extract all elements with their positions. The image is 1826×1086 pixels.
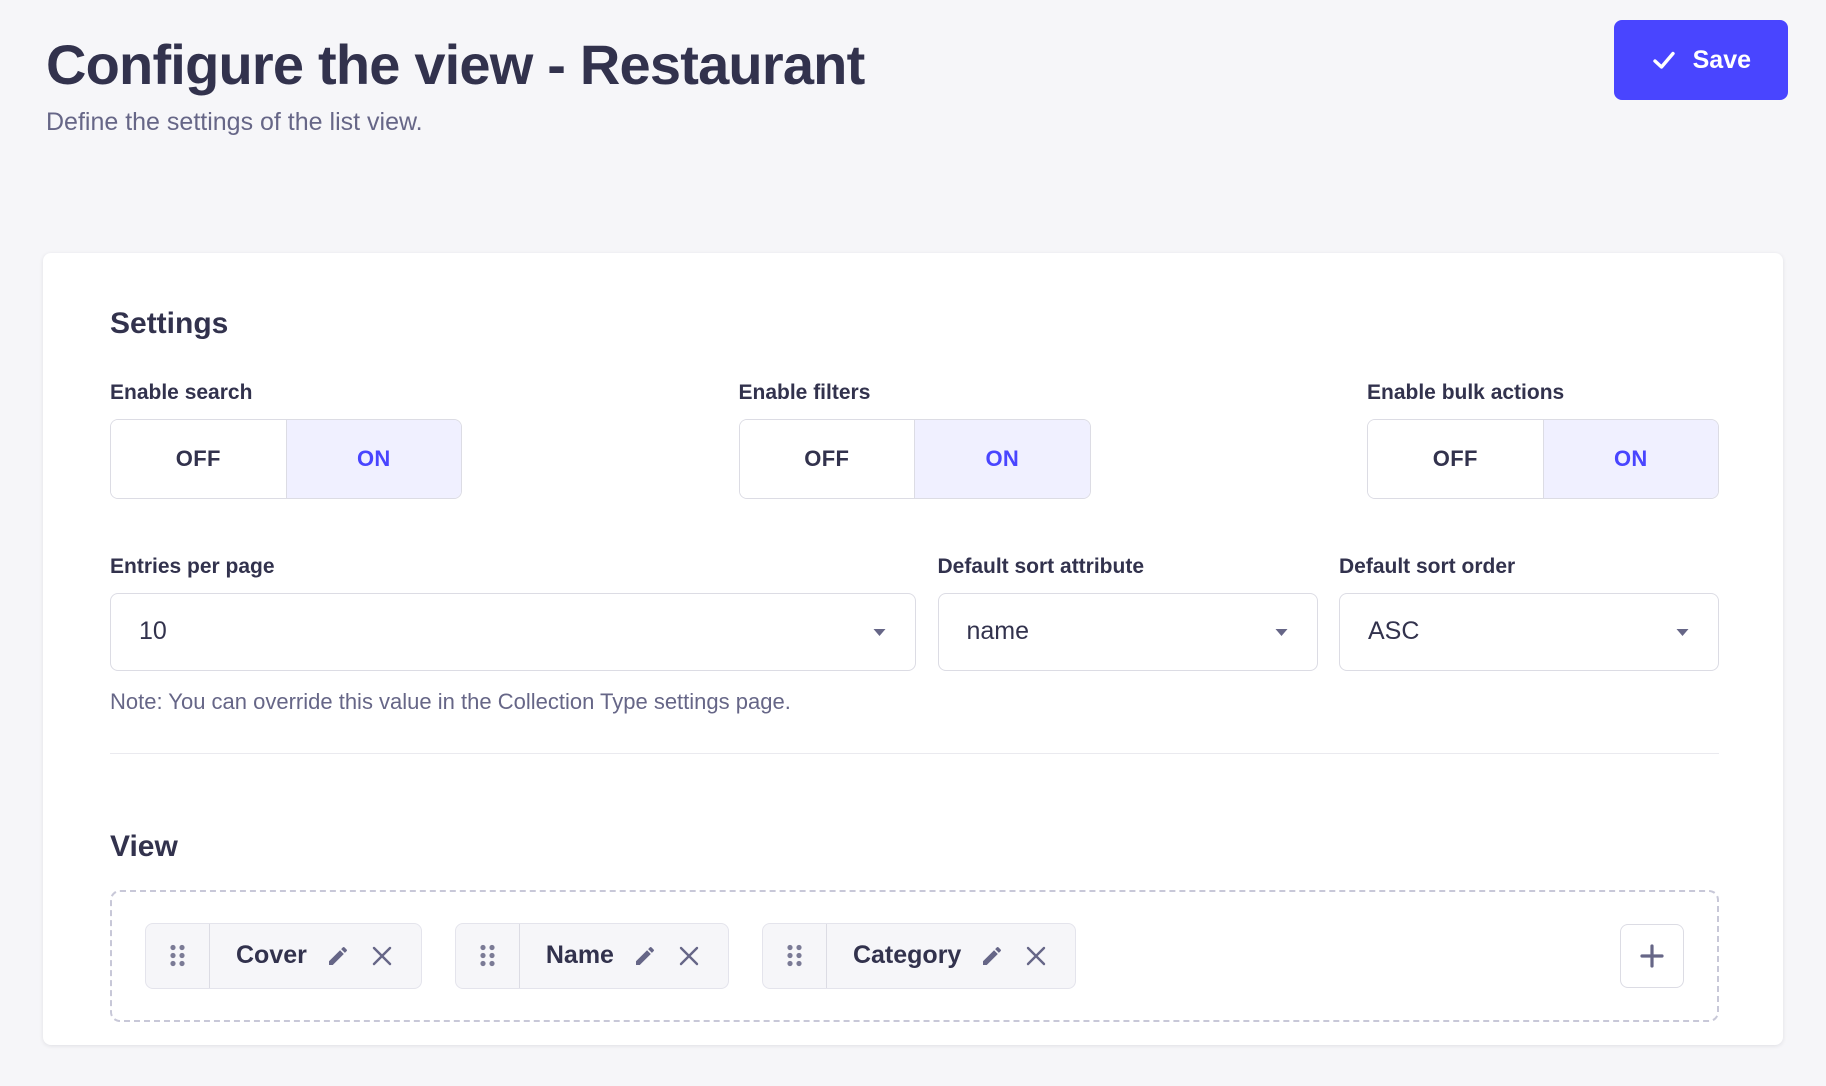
enable-bulk-actions-field: Enable bulk actions OFF ON [1367, 381, 1719, 499]
drag-handle-icon[interactable] [763, 924, 827, 988]
enable-search-on-option[interactable]: ON [286, 420, 462, 498]
close-icon [1023, 943, 1049, 969]
entries-per-page-value: 10 [139, 617, 167, 646]
drag-handle-icon[interactable] [456, 924, 520, 988]
chevron-down-icon [1675, 627, 1690, 637]
check-icon [1651, 47, 1677, 73]
enable-bulk-actions-label: Enable bulk actions [1367, 381, 1719, 405]
enable-filters-off-option[interactable]: OFF [740, 420, 915, 498]
remove-field-button[interactable] [676, 943, 702, 969]
enable-filters-label: Enable filters [739, 381, 1091, 405]
entries-per-page-note: Note: You can override this value in the… [110, 689, 916, 715]
enable-filters-toggle[interactable]: OFF ON [739, 419, 1091, 499]
toggles-row: Enable search OFF ON Enable filters OFF … [110, 381, 1719, 499]
default-sort-order-field: Default sort order ASC [1339, 555, 1719, 715]
enable-filters-field: Enable filters OFF ON [739, 381, 1091, 499]
entries-per-page-select[interactable]: 10 [110, 593, 916, 671]
plus-icon [1637, 941, 1667, 971]
default-sort-attribute-value: name [967, 617, 1030, 646]
page-subtitle: Define the settings of the list view. [46, 108, 1786, 137]
default-sort-order-value: ASC [1368, 617, 1419, 646]
default-sort-order-label: Default sort order [1339, 555, 1719, 579]
field-chip-label: Name [546, 941, 614, 970]
pencil-icon [633, 944, 657, 968]
default-sort-attribute-field: Default sort attribute name [938, 555, 1318, 715]
settings-heading: Settings [110, 307, 1719, 341]
close-icon [676, 943, 702, 969]
edit-field-button[interactable] [980, 944, 1004, 968]
add-field-button[interactable] [1620, 924, 1684, 988]
entries-per-page-label: Entries per page [110, 555, 916, 579]
enable-bulk-actions-toggle[interactable]: OFF ON [1367, 419, 1719, 499]
remove-field-button[interactable] [369, 943, 395, 969]
drag-handle-icon[interactable] [146, 924, 210, 988]
field-chip-name: Name [455, 923, 729, 989]
enable-search-off-option[interactable]: OFF [111, 420, 286, 498]
field-chip-label: Category [853, 941, 961, 970]
view-heading: View [110, 830, 1719, 864]
default-sort-order-select[interactable]: ASC [1339, 593, 1719, 671]
close-icon [369, 943, 395, 969]
save-button-label: Save [1693, 46, 1751, 75]
enable-filters-on-option[interactable]: ON [914, 420, 1090, 498]
field-chip-label: Cover [236, 941, 307, 970]
enable-search-toggle[interactable]: OFF ON [110, 419, 462, 499]
remove-field-button[interactable] [1023, 943, 1049, 969]
selects-row: Entries per page 10 Note: You can overri… [110, 555, 1719, 715]
pencil-icon [980, 944, 1004, 968]
enable-search-label: Enable search [110, 381, 462, 405]
edit-field-button[interactable] [326, 944, 350, 968]
enable-bulk-actions-off-option[interactable]: OFF [1368, 420, 1543, 498]
edit-field-button[interactable] [633, 944, 657, 968]
enable-bulk-actions-on-option[interactable]: ON [1543, 420, 1719, 498]
field-chip-category: Category [762, 923, 1076, 989]
default-sort-attribute-label: Default sort attribute [938, 555, 1318, 579]
enable-search-field: Enable search OFF ON [110, 381, 462, 499]
chevron-down-icon [1274, 627, 1289, 637]
page-header: Configure the view - Restaurant Define t… [0, 0, 1826, 137]
chevron-down-icon [872, 627, 887, 637]
default-sort-attribute-select[interactable]: name [938, 593, 1318, 671]
entries-per-page-field: Entries per page 10 Note: You can overri… [110, 555, 916, 715]
save-button[interactable]: Save [1614, 20, 1788, 100]
section-divider [110, 753, 1719, 754]
page-title: Configure the view - Restaurant [46, 34, 1786, 96]
pencil-icon [326, 944, 350, 968]
field-chip-cover: Cover [145, 923, 422, 989]
settings-card: Settings Enable search OFF ON Enable fil… [43, 253, 1783, 1045]
view-fields-dropzone: Cover [110, 890, 1719, 1022]
